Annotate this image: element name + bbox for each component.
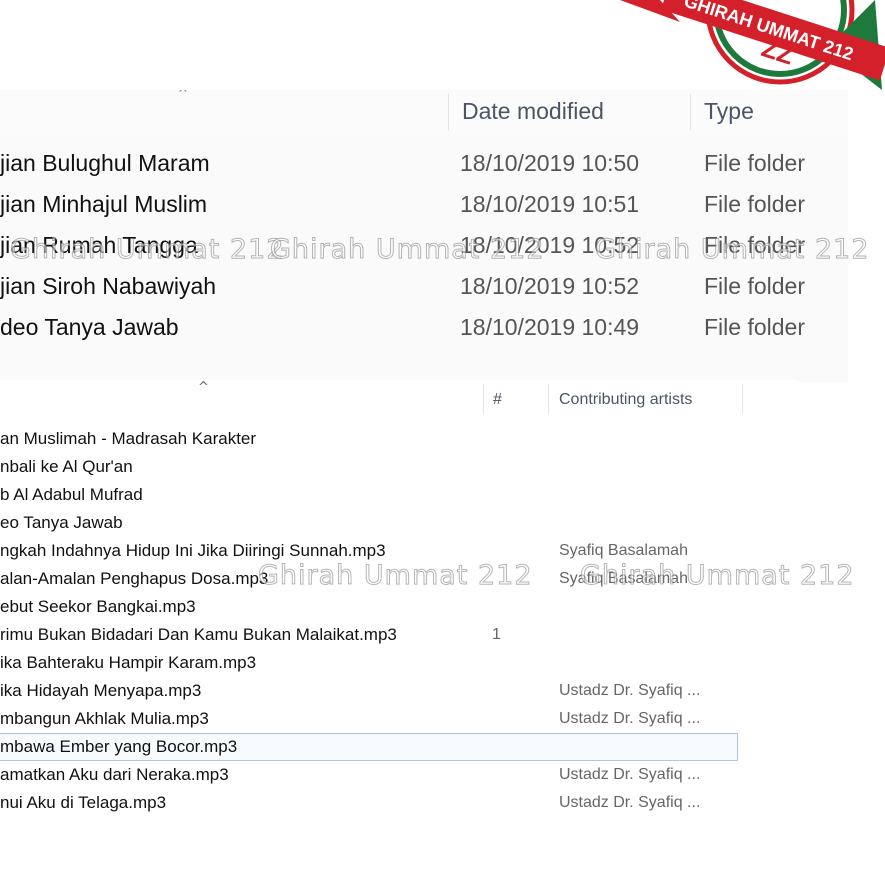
column-separator[interactable] bbox=[548, 384, 549, 414]
sort-ascending-icon: ^ bbox=[198, 380, 209, 395]
file-row[interactable]: ika Hidayah Menyapa.mp3 Ustadz Dr. Syafi… bbox=[0, 677, 798, 705]
file-artist: Ustadz Dr. Syafiq ... bbox=[559, 710, 701, 727]
file-name: b Al Adabul Mufrad bbox=[0, 485, 143, 504]
file-row-selected[interactable]: mbawa Ember yang Bocor.mp3 bbox=[0, 733, 798, 761]
folder-date-modified: 18/10/2019 10:49 bbox=[460, 314, 640, 340]
explorer-file-list: ^ # Contributing artists an Muslimah - M… bbox=[0, 380, 798, 866]
folder-row[interactable]: jian Bulughul Maram 18/10/2019 10:50 Fil… bbox=[0, 146, 848, 187]
folder-type: File folder bbox=[704, 150, 805, 176]
file-name: eo Tanya Jawab bbox=[0, 513, 123, 532]
file-row[interactable]: nbali ke Al Qur'an bbox=[0, 453, 798, 481]
folder-type: File folder bbox=[704, 232, 805, 258]
file-track-number: 1 bbox=[492, 626, 501, 643]
column-header-contributing-artists[interactable]: Contributing artists bbox=[559, 391, 692, 409]
file-row[interactable]: an Muslimah - Madrasah Karakter bbox=[0, 425, 798, 453]
folder-date-modified: 18/10/2019 10:52 bbox=[460, 232, 640, 258]
file-name: ngkah Indahnya Hidup Ini Jika Diiringi S… bbox=[0, 541, 386, 560]
folder-row[interactable]: deo Tanya Jawab 18/10/2019 10:49 File fo… bbox=[0, 310, 848, 351]
explorer-folder-list: ^ Date modified Type jian Bulughul Maram… bbox=[0, 90, 848, 382]
file-row[interactable]: rimu Bukan Bidadari Dan Kamu Bukan Malai… bbox=[0, 621, 798, 649]
folder-name: jian Minhajul Muslim bbox=[0, 191, 208, 217]
file-row[interactable]: eo Tanya Jawab bbox=[0, 509, 798, 537]
folder-name: jian Bulughul Maram bbox=[0, 150, 210, 176]
folder-type: File folder bbox=[704, 273, 805, 299]
file-artist: Syafiq Basalamah bbox=[559, 570, 688, 587]
folder-row[interactable]: jian Rumah Tangga 18/10/2019 10:52 File … bbox=[0, 228, 848, 269]
folder-date-modified: 18/10/2019 10:50 bbox=[460, 150, 640, 176]
file-artist: Ustadz Dr. Syafiq ... bbox=[559, 682, 701, 699]
file-row[interactable]: alan-Amalan Penghapus Dosa.mp3 Syafiq Ba… bbox=[0, 565, 798, 593]
folder-type: File folder bbox=[704, 314, 805, 340]
sort-ascending-icon: ^ bbox=[178, 90, 189, 100]
file-name: ika Bahteraku Hampir Karam.mp3 bbox=[0, 653, 257, 672]
column-separator[interactable] bbox=[448, 94, 449, 130]
folder-date-modified: 18/10/2019 10:51 bbox=[460, 191, 640, 217]
column-header-number[interactable]: # bbox=[493, 391, 502, 409]
folder-type: File folder bbox=[704, 191, 805, 217]
folder-row[interactable]: jian Siroh Nabawiyah 18/10/2019 10:52 Fi… bbox=[0, 269, 848, 310]
ghirah-ummat-logo: GHIRAH UMMAT 212 ZZ bbox=[620, 0, 885, 100]
file-row[interactable]: ebut Seekor Bangkai.mp3 bbox=[0, 593, 798, 621]
column-separator[interactable] bbox=[742, 384, 743, 414]
file-artist: Ustadz Dr. Syafiq ... bbox=[559, 766, 701, 783]
file-name: mbawa Ember yang Bocor.mp3 bbox=[0, 737, 238, 756]
logo-emblem-icon: GHIRAH UMMAT 212 ZZ bbox=[620, 0, 885, 90]
file-name: an Muslimah - Madrasah Karakter bbox=[0, 429, 257, 448]
column-header-bar: ^ # Contributing artists bbox=[0, 380, 798, 420]
file-row[interactable]: ngkah Indahnya Hidup Ini Jika Diiringi S… bbox=[0, 537, 798, 565]
file-name: ika Hidayah Menyapa.mp3 bbox=[0, 681, 202, 700]
folder-name: jian Siroh Nabawiyah bbox=[0, 273, 217, 299]
column-separator[interactable] bbox=[483, 384, 484, 414]
file-row[interactable]: nui Aku di Telaga.mp3 Ustadz Dr. Syafiq … bbox=[0, 789, 798, 817]
file-row[interactable]: amatkan Aku dari Neraka.mp3 Ustadz Dr. S… bbox=[0, 761, 798, 789]
folder-name: deo Tanya Jawab bbox=[0, 314, 179, 340]
file-name: nui Aku di Telaga.mp3 bbox=[0, 793, 167, 812]
file-name: amatkan Aku dari Neraka.mp3 bbox=[0, 765, 229, 784]
file-name: ebut Seekor Bangkai.mp3 bbox=[0, 597, 196, 616]
file-name: mbangun Akhlak Mulia.mp3 bbox=[0, 709, 209, 728]
file-name: alan-Amalan Penghapus Dosa.mp3 bbox=[0, 569, 269, 588]
file-row[interactable]: b Al Adabul Mufrad bbox=[0, 481, 798, 509]
file-name: nbali ke Al Qur'an bbox=[0, 457, 133, 476]
folder-row[interactable]: jian Minhajul Muslim 18/10/2019 10:51 Fi… bbox=[0, 187, 848, 228]
file-row[interactable]: ika Bahteraku Hampir Karam.mp3 bbox=[0, 649, 798, 677]
column-header-date-modified[interactable]: Date modified bbox=[462, 98, 604, 125]
file-artist: Syafiq Basalamah bbox=[559, 542, 688, 559]
folder-name: jian Rumah Tangga bbox=[0, 232, 198, 258]
file-artist: Ustadz Dr. Syafiq ... bbox=[559, 794, 701, 811]
column-header-type[interactable]: Type bbox=[704, 98, 754, 125]
folder-date-modified: 18/10/2019 10:52 bbox=[460, 273, 640, 299]
file-row[interactable]: mbangun Akhlak Mulia.mp3 Ustadz Dr. Syaf… bbox=[0, 705, 798, 733]
file-name: rimu Bukan Bidadari Dan Kamu Bukan Malai… bbox=[0, 625, 397, 644]
